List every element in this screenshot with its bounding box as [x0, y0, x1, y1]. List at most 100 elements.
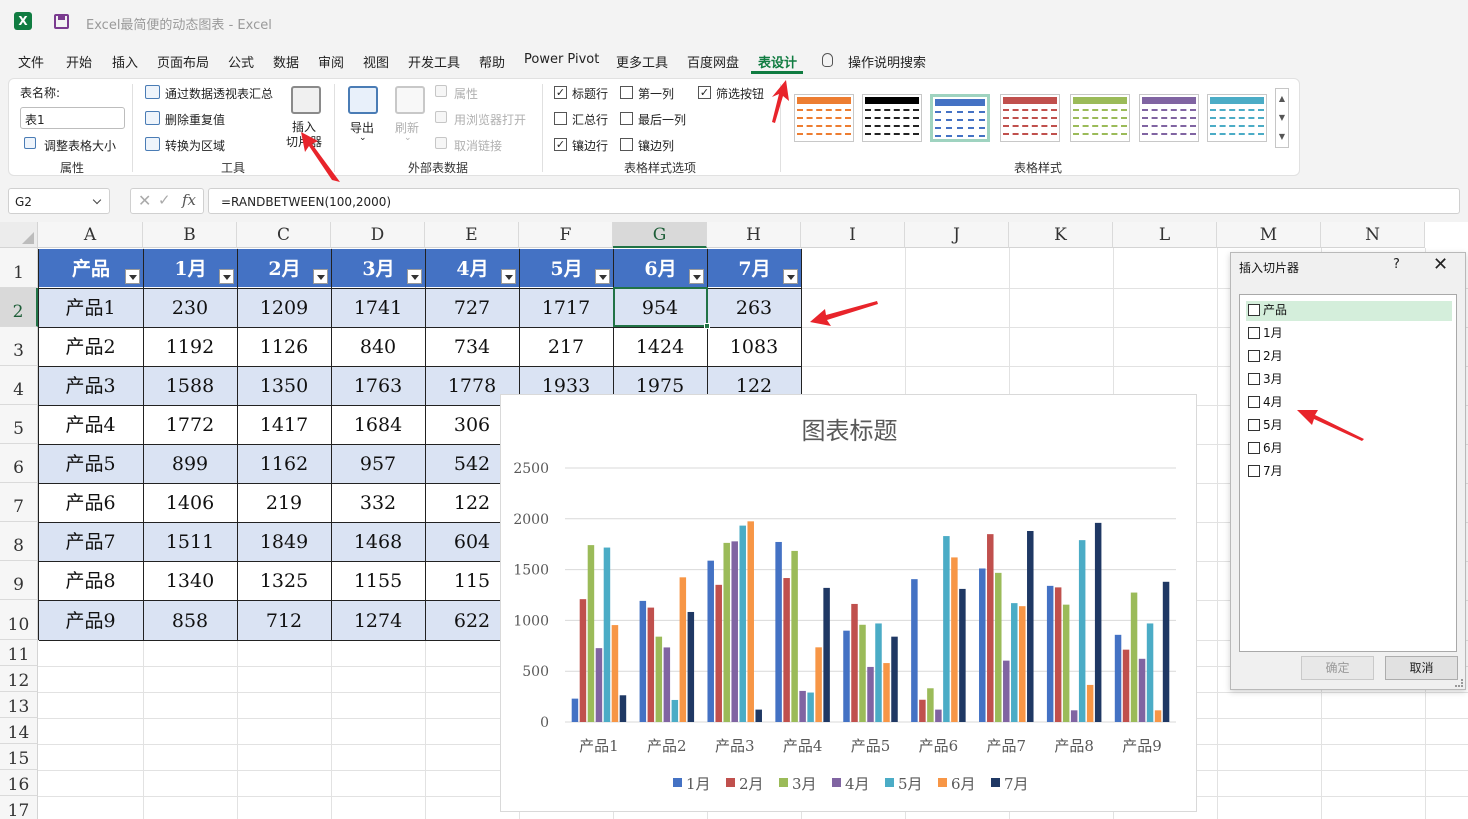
- table-cell[interactable]: 1417: [237, 405, 331, 444]
- table-style-swatch[interactable]: [862, 94, 922, 142]
- table-cell[interactable]: 1274: [331, 600, 425, 640]
- header-row-checkbox[interactable]: ✓: [554, 86, 567, 99]
- export-dropdown-icon[interactable]: ⌄: [359, 133, 367, 143]
- field-checkbox[interactable]: [1248, 442, 1260, 454]
- slicer-icon[interactable]: [291, 86, 321, 114]
- table-cell[interactable]: 1684: [331, 405, 425, 444]
- total-row-checkbox[interactable]: [554, 112, 567, 125]
- column-header[interactable]: J: [905, 222, 1009, 248]
- table-cell[interactable]: 332: [331, 483, 425, 522]
- banded-columns-checkbox[interactable]: [620, 138, 633, 151]
- field-checkbox[interactable]: [1248, 304, 1260, 316]
- row-header[interactable]: 3: [0, 327, 38, 366]
- table-style-swatch[interactable]: [930, 94, 990, 142]
- banded-rows-checkbox[interactable]: ✓: [554, 138, 567, 151]
- row-header[interactable]: 15: [0, 744, 38, 770]
- help-icon[interactable]: ?: [1393, 257, 1400, 272]
- table-cell[interactable]: 712: [237, 600, 331, 640]
- row-header[interactable]: 7: [0, 483, 38, 522]
- table-cell[interactable]: 产品5: [38, 444, 143, 483]
- row-header[interactable]: 5: [0, 405, 38, 444]
- table-cell[interactable]: 1126: [237, 327, 331, 366]
- field-checkbox[interactable]: [1248, 373, 1260, 385]
- row-header[interactable]: 14: [0, 718, 38, 744]
- menu-file[interactable]: 文件: [18, 52, 44, 71]
- filter-dropdown-icon[interactable]: [689, 269, 704, 284]
- slicer-field-item[interactable]: 1月: [1246, 324, 1452, 344]
- field-checkbox[interactable]: [1248, 419, 1260, 431]
- column-header[interactable]: M: [1217, 222, 1321, 248]
- table-style-swatch[interactable]: [1139, 94, 1199, 142]
- column-header[interactable]: H: [707, 222, 801, 248]
- menu-table-design[interactable]: 表设计: [758, 52, 797, 71]
- filter-dropdown-icon[interactable]: [407, 269, 422, 284]
- menu-more-tools[interactable]: 更多工具: [616, 52, 668, 71]
- row-header[interactable]: 9: [0, 561, 38, 600]
- filter-button-checkbox[interactable]: ✓: [698, 86, 711, 99]
- slicer-field-item[interactable]: 7月: [1246, 462, 1452, 482]
- table-cell[interactable]: 1772: [143, 405, 237, 444]
- filter-dropdown-icon[interactable]: [125, 269, 140, 284]
- filter-dropdown-icon[interactable]: [219, 269, 234, 284]
- gallery-scroll[interactable]: ▲ ▼ ▼: [1275, 88, 1289, 148]
- menu-home[interactable]: 开始: [66, 52, 92, 71]
- slicer-field-item[interactable]: 4月: [1246, 393, 1452, 413]
- column-header[interactable]: G: [613, 222, 707, 248]
- menu-tell-me[interactable]: 操作说明搜索: [848, 52, 926, 71]
- table-cell[interactable]: 217: [519, 327, 613, 366]
- menu-insert[interactable]: 插入: [112, 52, 138, 71]
- table-cell[interactable]: 1763: [331, 366, 425, 405]
- table-cell[interactable]: 1350: [237, 366, 331, 405]
- table-cell[interactable]: 产品2: [38, 327, 143, 366]
- table-cell[interactable]: 899: [143, 444, 237, 483]
- formula-input[interactable]: =RANDBETWEEN(100,2000): [208, 188, 1460, 214]
- pivot-summary-button[interactable]: 通过数据透视表汇总: [165, 85, 273, 102]
- column-header[interactable]: D: [331, 222, 425, 248]
- row-header[interactable]: 13: [0, 692, 38, 718]
- menu-power-pivot[interactable]: Power Pivot: [524, 52, 599, 67]
- table-cell[interactable]: 1192: [143, 327, 237, 366]
- slicer-field-item[interactable]: 6月: [1246, 439, 1452, 459]
- table-style-swatch[interactable]: [1000, 94, 1060, 142]
- filter-dropdown-icon[interactable]: [783, 269, 798, 284]
- row-header[interactable]: 6: [0, 444, 38, 483]
- table-cell[interactable]: 1424: [613, 327, 707, 366]
- table-cell[interactable]: 230: [143, 288, 237, 327]
- table-cell[interactable]: 1849: [237, 522, 331, 561]
- table-cell[interactable]: 1325: [237, 561, 331, 600]
- menu-help[interactable]: 帮助: [479, 52, 505, 71]
- close-icon[interactable]: ✕: [1433, 254, 1448, 275]
- field-checkbox[interactable]: [1248, 350, 1260, 362]
- table-cell[interactable]: 1468: [331, 522, 425, 561]
- table-cell[interactable]: 1406: [143, 483, 237, 522]
- row-header[interactable]: 1: [0, 248, 38, 288]
- table-cell[interactable]: 263: [707, 288, 801, 327]
- menu-data[interactable]: 数据: [273, 52, 299, 71]
- table-cell[interactable]: 1717: [519, 288, 613, 327]
- table-cell[interactable]: 产品4: [38, 405, 143, 444]
- row-header[interactable]: 17: [0, 796, 38, 819]
- cancel-button[interactable]: 取消: [1385, 656, 1458, 680]
- table-cell[interactable]: 产品6: [38, 483, 143, 522]
- enter-icon[interactable]: ✓: [158, 191, 171, 209]
- filter-dropdown-icon[interactable]: [595, 269, 610, 284]
- column-header[interactable]: E: [425, 222, 519, 248]
- menu-review[interactable]: 审阅: [318, 52, 344, 71]
- table-cell[interactable]: 1162: [237, 444, 331, 483]
- table-style-swatch[interactable]: [794, 94, 854, 142]
- table-cell[interactable]: 产品1: [38, 288, 143, 327]
- convert-range-button[interactable]: 转换为区域: [165, 137, 225, 154]
- fill-handle[interactable]: [704, 323, 710, 329]
- menu-baidu-disk[interactable]: 百度网盘: [687, 52, 739, 71]
- row-header[interactable]: 10: [0, 600, 38, 640]
- table-style-swatch[interactable]: [1207, 94, 1267, 142]
- table-cell[interactable]: 产品9: [38, 600, 143, 640]
- slicer-field-item[interactable]: 2月: [1246, 347, 1452, 367]
- slicer-field-item[interactable]: 3月: [1246, 370, 1452, 390]
- table-style-swatch[interactable]: [1070, 94, 1130, 142]
- table-cell[interactable]: 219: [237, 483, 331, 522]
- column-header[interactable]: N: [1321, 222, 1425, 248]
- menu-view[interactable]: 视图: [363, 52, 389, 71]
- select-all-corner[interactable]: [0, 222, 38, 248]
- column-header[interactable]: A: [38, 222, 143, 248]
